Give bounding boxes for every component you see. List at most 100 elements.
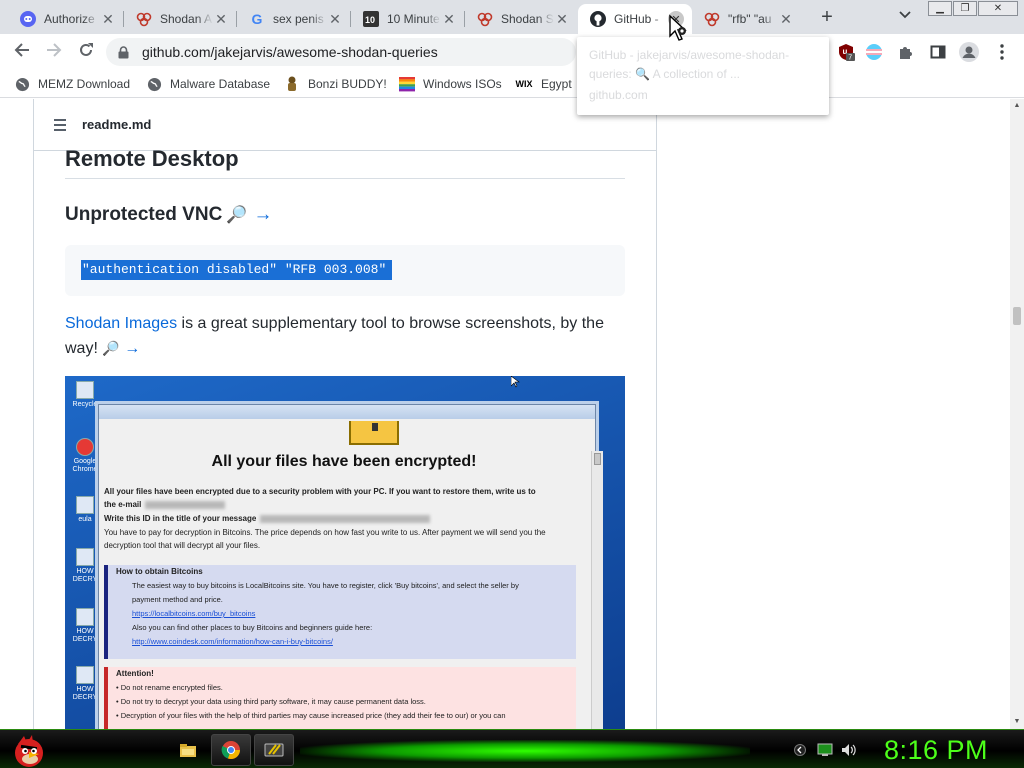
google-icon: G xyxy=(251,11,263,27)
bookmark-label: Malware Database xyxy=(170,77,271,91)
close-icon[interactable]: ✕ xyxy=(554,11,570,27)
scrollbar-thumb[interactable] xyxy=(1013,307,1021,325)
extension-badge: 7 xyxy=(848,55,852,62)
reload-icon xyxy=(80,43,93,56)
ransom-text: the e-mail xyxy=(104,498,589,511)
redacted-id xyxy=(260,514,431,523)
extensions-puzzle-icon[interactable] xyxy=(896,42,916,62)
bookmark-windows-isos[interactable]: Windows ISOs xyxy=(399,75,502,93)
bookmark-egypt[interactable]: WIX Egypt xyxy=(515,75,572,93)
desktop-icon: Recycle xyxy=(71,381,99,409)
desktop-icon-label: HOW DECRY xyxy=(72,628,98,643)
svg-text:10: 10 xyxy=(365,15,375,25)
tab-title: Shodan A xyxy=(160,12,213,26)
localbitcoins-link: https://localbitcoins.com/buy_bitcoins xyxy=(132,609,256,618)
tab-shodan-s[interactable]: Shodan S ✕ xyxy=(465,4,578,34)
close-icon[interactable]: ✕ xyxy=(441,11,457,27)
tray-chevron-icon[interactable] xyxy=(792,742,808,758)
desktop-icon-label: HOW DECRY xyxy=(72,686,98,701)
tab-google-search[interactable]: G sex penis ✕ xyxy=(237,4,351,34)
tab-ten-minute-mail[interactable]: 10 10 Minute ✕ xyxy=(351,4,465,34)
close-icon[interactable]: ✕ xyxy=(327,11,343,27)
search-glyph-icon: 🔎 xyxy=(226,205,248,224)
close-icon[interactable]: ✕ xyxy=(100,11,116,27)
browser-window: Authorize ✕ Shodan A ✕ G sex penis ✕ 10 … xyxy=(0,0,1024,768)
paragraph: Shodan Images is a great supplementary t… xyxy=(65,312,625,361)
menu-kebab-icon[interactable] xyxy=(992,42,1012,62)
scroll-down-arrow-icon[interactable]: ▼ xyxy=(1010,715,1024,729)
desktop-icon: HOW DECRY xyxy=(71,666,99,702)
ransom-heading: All your files have been encrypted! xyxy=(211,453,477,470)
bookmark-bonzi-buddy[interactable]: Bonzi BUDDY! xyxy=(284,75,387,93)
address-bar[interactable]: github.com/jakejarvis/awesome-shodan-que… xyxy=(106,38,576,66)
bookmark-malware-database[interactable]: Malware Database xyxy=(146,75,270,93)
scroll-up-arrow-icon[interactable]: ▲ xyxy=(1010,99,1024,113)
reload-button[interactable] xyxy=(74,40,98,64)
tab-title: Authorize xyxy=(44,12,95,26)
remote-cursor-icon xyxy=(511,376,520,388)
profile-avatar-icon[interactable] xyxy=(959,42,979,62)
close-window-button[interactable]: ✕ xyxy=(978,1,1018,16)
bitcoin-text: Also you can find other places to buy Bi… xyxy=(132,623,373,632)
warning-icon xyxy=(349,421,399,445)
images-arrow-link[interactable]: → xyxy=(124,340,140,357)
tab-rfb-auth[interactable]: "rfb" "au ✕ xyxy=(692,4,802,34)
section-heading: Remote Desktop xyxy=(65,146,625,179)
browser-toolbar: github.com/jakejarvis/awesome-shodan-que… xyxy=(0,34,1024,70)
taskbar-chrome-icon[interactable] xyxy=(211,734,251,766)
bookmark-memz[interactable]: MEMZ Download xyxy=(14,75,130,93)
taskbar-clock[interactable]: 8:16 PM xyxy=(884,732,988,768)
close-icon[interactable]: ✕ xyxy=(778,11,794,27)
shodan-images-link[interactable]: Shodan Images xyxy=(65,315,177,332)
page-scrollbar[interactable]: ▲ ▼ xyxy=(1010,99,1024,729)
table-of-contents-icon[interactable] xyxy=(50,118,66,131)
ransom-text: decryption tool that will decrypt all yo… xyxy=(104,541,261,550)
desktop-icon-label: HOW DECRY xyxy=(72,568,98,583)
bookmarks-bar: MEMZ Download Malware Database Bonzi BUD… xyxy=(0,70,1024,98)
redacted-email xyxy=(145,500,226,509)
bookmark-label: MEMZ Download xyxy=(38,77,131,91)
forward-button[interactable] xyxy=(42,40,66,64)
bitcoin-section-heading: How to obtain Bitcoins xyxy=(116,567,203,576)
minimize-button[interactable]: ▁ xyxy=(928,1,952,16)
ten-minute-mail-icon: 10 xyxy=(363,11,379,27)
ransom-scrollbar xyxy=(591,451,603,729)
maximize-button[interactable]: ❐ xyxy=(953,1,977,16)
tab-title: 10 Minute xyxy=(387,12,440,26)
lock-icon[interactable] xyxy=(118,45,130,59)
tab-search-chevron-icon[interactable] xyxy=(895,8,915,26)
close-icon[interactable]: ✕ xyxy=(213,11,229,27)
tab-shodan-a[interactable]: Shodan A ✕ xyxy=(124,4,237,34)
ransom-text: All your files have been encrypted due t… xyxy=(104,487,536,496)
tab-title: Shodan S xyxy=(501,12,554,26)
forward-arrow-icon xyxy=(47,43,62,57)
tab-discord[interactable]: Authorize ✕ xyxy=(8,4,124,34)
vnc-screenshot-image: Recycle Google Chrome eula HOW DECRY HOW… xyxy=(65,376,625,729)
readme-header: readme.md xyxy=(34,99,656,151)
ublock-extension-icon[interactable]: u7 xyxy=(836,42,856,62)
bookmark-label: Egypt xyxy=(541,77,572,91)
taskbar-app-icon[interactable] xyxy=(254,734,294,766)
desktop-icon: eula xyxy=(71,496,99,524)
taskbar-folder-icon[interactable] xyxy=(168,734,208,766)
bitcoin-text: The easiest way to buy bitcoins is Local… xyxy=(132,581,519,590)
side-panel-icon[interactable] xyxy=(928,42,948,62)
taskbar-glow xyxy=(300,740,750,762)
desktop-icon: Google Chrome xyxy=(71,438,99,474)
coindesk-link: http://www.coindesk.com/information/how-… xyxy=(132,637,333,646)
new-tab-button[interactable]: + xyxy=(815,7,839,29)
bookmark-label: Bonzi BUDDY! xyxy=(308,77,387,91)
tray-network-icon[interactable] xyxy=(817,742,833,758)
attention-item: • Do not rename encrypted files. xyxy=(116,683,223,692)
tab-title: GitHub - xyxy=(614,12,659,26)
tray-volume-icon[interactable] xyxy=(841,742,857,758)
desktop-icon: HOW DECRY xyxy=(71,548,99,584)
attention-section: Attention! • Do not rename encrypted fil… xyxy=(104,667,576,729)
query-code-selected[interactable]: "authentication disabled" "RFB 003.008" xyxy=(81,260,393,280)
back-button[interactable] xyxy=(10,40,34,64)
start-button-angry-bird-icon[interactable] xyxy=(8,730,48,768)
shodan-query-link[interactable]: → xyxy=(253,204,272,226)
shodan-icon xyxy=(477,11,493,27)
flag-extension-icon[interactable] xyxy=(864,42,884,62)
taskbar: 8:16 PM xyxy=(0,729,1024,768)
